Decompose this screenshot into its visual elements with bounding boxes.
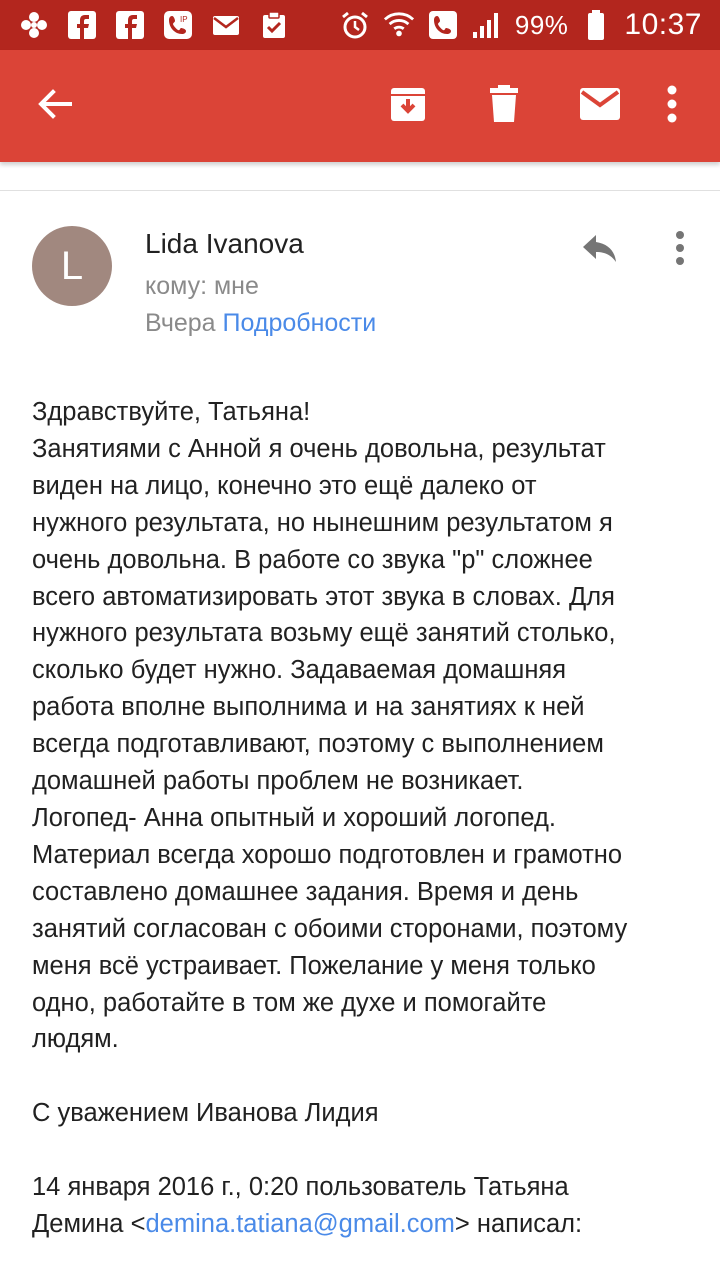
body-line: Логопед- Анна опытный и хороший логопед. — [32, 803, 556, 832]
alarm-icon — [339, 9, 371, 41]
signal-icon — [471, 9, 503, 41]
message-body: Здравствуйте, Татьяна! Занятиями с Анной… — [32, 394, 692, 1243]
back-arrow-icon — [34, 84, 74, 129]
body-line: сколько будет нужно. Задаваемая домашняя — [32, 656, 567, 685]
message-date: Вчера — [145, 309, 216, 337]
status-bar: IP 99% 10:37 — [0, 0, 720, 50]
back-button[interactable] — [22, 74, 86, 138]
archive-button[interactable] — [376, 74, 440, 138]
body-line: домашней работы проблем не возникает. — [32, 767, 524, 796]
envelope-icon — [579, 87, 621, 126]
clipboard-check-icon — [258, 9, 290, 41]
date-line: Вчера Подробности — [145, 309, 376, 338]
more-vert-icon — [666, 84, 678, 129]
battery-percent: 99% — [514, 9, 569, 40]
body-line: очень довольна. В работе со звука "р" сл… — [32, 545, 593, 574]
quote-name: Демина — [32, 1209, 124, 1238]
body-line: работа вполне выполнима и на занятиях к … — [32, 693, 585, 722]
message-more-button[interactable] — [656, 222, 704, 278]
reply-icon — [581, 233, 619, 268]
facebook-icon — [66, 9, 98, 41]
body-line: Материал всегда хорошо подготовлен и гра… — [32, 840, 623, 869]
body-line: составлено домашнее задания. Время и ден… — [32, 877, 579, 906]
pinwheel-icon — [18, 9, 50, 41]
body-line: нужного результата, но нынешним результа… — [32, 508, 613, 537]
quote-header-line: 14 января 2016 г., 0:20 пользователь Тат… — [32, 1173, 569, 1201]
body-line: людям. — [32, 1025, 119, 1054]
call-icon — [427, 9, 459, 41]
overflow-menu-button[interactable] — [640, 74, 704, 138]
body-line: Здравствуйте, Татьяна! — [32, 398, 311, 426]
quote-bracket-open: < — [130, 1209, 146, 1238]
body-line: виден на лицо, конечно это ещё далеко от — [32, 471, 537, 500]
mail-icon — [210, 9, 242, 41]
message-header: L Lida Ivanova кому: мне Вчера Подробнос… — [0, 210, 720, 350]
system-status: 99% 10:37 — [339, 6, 702, 44]
voip-phone-icon: IP — [162, 9, 194, 41]
avatar[interactable]: L — [32, 226, 112, 306]
notification-icons: IP — [18, 8, 290, 42]
email-link[interactable]: demina.tatiana@gmail.com — [146, 1210, 455, 1238]
signature: С уважением Иванова Лидия — [32, 1099, 379, 1128]
quote-header-line: Демина <demina.tatiana@gmail.com> написа… — [32, 1206, 692, 1243]
body-line: одно, работайте в том же духе и помогайт… — [32, 988, 547, 1017]
quote-bracket-close: > — [454, 1209, 470, 1238]
trash-icon — [486, 84, 522, 129]
facebook-icon — [114, 9, 146, 41]
svg-text:IP: IP — [180, 15, 188, 24]
body-line: Занятиями с Анной я очень довольна, резу… — [32, 434, 606, 463]
divider — [0, 190, 720, 191]
body-line: всего автоматизировать этот звука в слов… — [32, 582, 615, 611]
quote-suffix: написал: — [476, 1209, 583, 1238]
body-line: всегда подготавливают, поэтому с выполне… — [32, 730, 604, 759]
app-bar — [0, 50, 720, 162]
clock: 10:37 — [624, 8, 702, 41]
reply-button[interactable] — [572, 222, 628, 278]
wifi-icon — [383, 9, 415, 41]
mark-unread-button[interactable] — [568, 74, 632, 138]
body-line: нужного результата возьму ещё занятий ст… — [32, 619, 616, 648]
archive-icon — [388, 84, 428, 129]
details-link[interactable]: Подробности — [223, 309, 377, 337]
body-line: меня всё устраивает. Пожелание у меня то… — [32, 951, 596, 980]
sender-name: Lida Ivanova — [145, 228, 304, 259]
more-vert-icon — [675, 230, 685, 271]
battery-icon — [580, 9, 612, 41]
delete-button[interactable] — [472, 74, 536, 138]
recipient-line: кому: мне — [145, 272, 259, 300]
body-line: занятий согласован с обоими сторонами, п… — [32, 914, 628, 943]
